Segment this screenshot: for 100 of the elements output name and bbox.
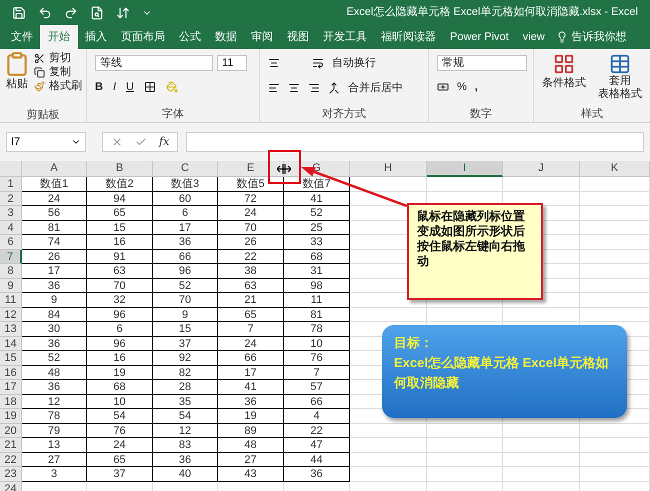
ribbon-tab[interactable]: 开发工具 bbox=[316, 25, 374, 49]
table-cell: 41 bbox=[284, 192, 350, 206]
border-icon[interactable] bbox=[144, 81, 156, 94]
cancel-icon[interactable] bbox=[111, 136, 123, 148]
column-header[interactable]: B bbox=[87, 161, 153, 177]
ribbon-tab[interactable]: 视图 bbox=[280, 25, 316, 49]
row-header[interactable]: 15 bbox=[0, 351, 22, 366]
group-label: 对齐方式 bbox=[320, 106, 367, 122]
save-icon[interactable] bbox=[12, 6, 26, 20]
row-header[interactable]: 17 bbox=[0, 380, 22, 394]
table-cell: 78 bbox=[22, 409, 87, 424]
row-header[interactable]: 13 bbox=[0, 322, 22, 336]
row-header[interactable]: 8 bbox=[0, 264, 22, 278]
callout-note: 鼠标在隐藏列标位置变成如图所示形状后按住鼠标左键向右拖动 bbox=[407, 203, 543, 300]
row-header[interactable]: 18 bbox=[0, 394, 22, 409]
table-cell: 37 bbox=[87, 467, 153, 482]
table-cell: 78 bbox=[284, 322, 350, 336]
align-center-icon[interactable] bbox=[288, 82, 300, 94]
table-cell: 57 bbox=[284, 380, 350, 394]
redo-icon[interactable] bbox=[64, 6, 78, 20]
sort-icon[interactable] bbox=[116, 6, 130, 20]
table-cell: 31 bbox=[284, 264, 350, 278]
table-format-button[interactable]: 套用 表格格式 bbox=[598, 75, 642, 101]
copy-button[interactable]: 复制 bbox=[49, 65, 71, 79]
row-header[interactable]: 19 bbox=[0, 409, 22, 424]
italic-button[interactable]: I bbox=[112, 79, 116, 96]
row-header[interactable]: 12 bbox=[0, 308, 22, 322]
cut-button[interactable]: 剪切 bbox=[49, 51, 71, 65]
row-header[interactable]: 16 bbox=[0, 366, 22, 380]
row-header[interactable]: 2 bbox=[0, 192, 22, 206]
number-format-field[interactable]: 常规 bbox=[437, 55, 527, 71]
table-cell: 65 bbox=[218, 308, 284, 322]
wrap-text-button[interactable]: 自动换行 bbox=[332, 55, 376, 72]
percent-button[interactable]: % bbox=[457, 79, 467, 96]
enter-icon[interactable] bbox=[135, 136, 147, 148]
table-cell: 32 bbox=[87, 293, 153, 308]
row-header[interactable]: 4 bbox=[0, 220, 22, 235]
table-cell: 25 bbox=[284, 220, 350, 235]
align-left-icon[interactable] bbox=[268, 82, 280, 94]
row-header[interactable]: 23 bbox=[0, 467, 22, 482]
name-box[interactable]: I7 bbox=[6, 132, 86, 152]
column-header[interactable]: I bbox=[427, 161, 503, 177]
currency-icon[interactable] bbox=[437, 81, 449, 94]
comma-button[interactable]: , bbox=[474, 79, 478, 96]
column-header[interactable]: E bbox=[218, 161, 284, 177]
align-top-icon[interactable] bbox=[268, 57, 280, 70]
column-header[interactable]: J bbox=[503, 161, 580, 177]
column-header[interactable]: C bbox=[153, 161, 218, 177]
row-header[interactable]: 21 bbox=[0, 438, 22, 452]
row-header[interactable]: 11 bbox=[0, 293, 22, 308]
table-cell: 44 bbox=[284, 452, 350, 467]
table-cell: 数值7 bbox=[284, 177, 350, 192]
merge-center-button[interactable]: 合并后居中 bbox=[348, 80, 403, 96]
row-header[interactable]: 9 bbox=[0, 278, 22, 293]
font-name-field[interactable]: 等线 bbox=[95, 55, 213, 71]
underline-button[interactable]: U bbox=[126, 79, 134, 96]
conditional-format-button[interactable]: 条件格式 bbox=[542, 75, 586, 92]
column-header[interactable]: H bbox=[350, 161, 427, 177]
table-cell: 30 bbox=[22, 322, 87, 336]
ribbon-tab[interactable]: view bbox=[516, 25, 552, 49]
ribbon-tab[interactable]: 审阅 bbox=[244, 25, 280, 49]
table-cell: 数值2 bbox=[87, 177, 153, 192]
table-cell: 6 bbox=[153, 206, 218, 220]
row-header[interactable]: 3 bbox=[0, 206, 22, 220]
row-header[interactable]: 20 bbox=[0, 424, 22, 438]
row-header[interactable]: 7 bbox=[0, 250, 22, 264]
font-size-field[interactable]: 11 bbox=[217, 55, 247, 71]
paste-button[interactable]: 粘贴 bbox=[6, 77, 28, 91]
table-cell: 36 bbox=[153, 452, 218, 467]
undo-icon[interactable] bbox=[38, 6, 52, 20]
table-cell: 70 bbox=[218, 220, 284, 235]
ribbon-tab[interactable]: 数据 bbox=[208, 25, 244, 49]
table-cell: 35 bbox=[153, 394, 218, 409]
bold-button[interactable]: B bbox=[95, 79, 103, 96]
ribbon-tab[interactable]: 公式 bbox=[172, 25, 208, 49]
row-header[interactable]: 14 bbox=[0, 336, 22, 351]
fx-button[interactable]: fx bbox=[159, 134, 170, 150]
format-painter-button[interactable]: 格式刷 bbox=[49, 79, 82, 93]
table-cell: 81 bbox=[284, 308, 350, 322]
tell-me-field[interactable]: 告诉我你想 bbox=[572, 28, 627, 46]
table-cell: 12 bbox=[153, 424, 218, 438]
column-header[interactable]: K bbox=[580, 161, 650, 177]
row-header[interactable]: 1 bbox=[0, 177, 22, 192]
ribbon-tab[interactable]: 插入 bbox=[78, 25, 114, 49]
align-right-icon[interactable] bbox=[308, 82, 320, 94]
ribbon-tab[interactable]: 页面布局 bbox=[114, 25, 172, 49]
ribbon-tab[interactable]: 福昕阅读器 bbox=[374, 25, 443, 49]
ribbon-tab[interactable]: 开始 bbox=[40, 25, 78, 49]
ribbon-tab[interactable]: 文件 bbox=[4, 25, 40, 49]
table-cell: 65 bbox=[87, 452, 153, 467]
formula-input[interactable] bbox=[186, 132, 644, 152]
column-header[interactable]: A bbox=[22, 161, 87, 177]
fill-color-icon[interactable] bbox=[166, 81, 178, 94]
table-cell: 9 bbox=[22, 293, 87, 308]
table-cell: 54 bbox=[153, 409, 218, 424]
print-preview-icon[interactable] bbox=[90, 6, 104, 20]
row-header[interactable]: 6 bbox=[0, 235, 22, 250]
empty-cell bbox=[580, 192, 650, 206]
ribbon-tab[interactable]: Power Pivot bbox=[443, 25, 516, 49]
row-header[interactable]: 22 bbox=[0, 452, 22, 467]
